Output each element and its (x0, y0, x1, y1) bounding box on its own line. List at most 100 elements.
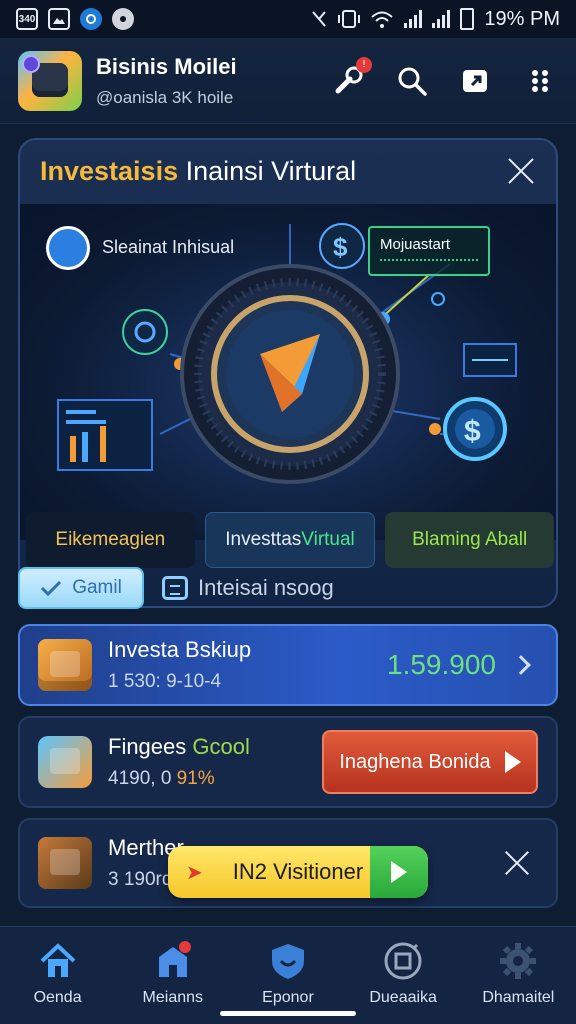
app-header: Bisinis Moilei @oanisla 3K hoile ! (0, 38, 576, 124)
visitioner-toast[interactable]: ➤ IN2 Visitioner (168, 846, 428, 898)
share-button[interactable] (458, 63, 494, 99)
tab-label-b: Virtual (301, 529, 355, 550)
tab-blaming-aball[interactable]: Blaming Aball (385, 512, 555, 568)
header-actions: ! (330, 56, 558, 99)
tab-label: Eikemeagien (55, 529, 166, 550)
search-button[interactable] (394, 63, 430, 99)
wifi-icon (371, 11, 394, 28)
list-item-value: 1.59.900 (387, 649, 496, 680)
list-item-sub: 1 530: 9-10-4 (108, 671, 222, 692)
inaghena-button[interactable]: Inaghena Bonida (322, 730, 538, 794)
list-item-sub: 4190, 0 91% (108, 768, 322, 790)
menu-button[interactable] (522, 63, 558, 99)
status-right: 19% PM (310, 8, 560, 31)
gear-icon (500, 943, 537, 979)
list-item-fingees: Fingees Gcool 4190, 0 91% Inaghena Bonid… (18, 716, 558, 808)
gamil-chip[interactable]: Gamil (18, 567, 144, 609)
bottom-nav: Oenda Meianns Eponor Dueaaika Dhamaitel (0, 926, 576, 1024)
shield-icon (271, 944, 304, 979)
title-highlight: Investaisis (40, 155, 179, 186)
chest-icon (38, 639, 92, 691)
nav-item-eponor[interactable]: Eponor (238, 941, 338, 1007)
sub-b: 91% (176, 768, 215, 789)
notification-box-icon: 340 (16, 8, 38, 30)
hero-tag-lines (380, 259, 478, 265)
share-icon (463, 69, 487, 92)
close-button[interactable] (506, 156, 536, 186)
svg-text:$: $ (464, 415, 481, 448)
crate-icon (38, 736, 92, 788)
app-title-block: Bisinis Moilei @oanisla 3K hoile (96, 54, 330, 108)
home-indicator[interactable] (220, 1011, 356, 1016)
nav-label: Oenda (33, 989, 82, 1006)
building-icon (158, 941, 191, 977)
image-notification-icon (48, 8, 70, 30)
chevron-right-icon (511, 655, 531, 675)
sub-a: 4190, 0 (108, 768, 177, 789)
feature-card: Investaisis Inainsi Virtural $ $ Sleaina… (18, 138, 558, 608)
nav-item-oenda[interactable]: Oenda (8, 941, 108, 1007)
app-notification-icon (80, 8, 102, 30)
card-icon (162, 576, 188, 600)
hero-tag: Mojuastart (368, 226, 490, 276)
list-item-title: Fingees Gcool (108, 734, 322, 760)
home-icon (40, 943, 75, 977)
nav-item-meianns[interactable]: Meianns (123, 941, 223, 1007)
tab-label: Blaming Aball (412, 529, 528, 550)
signal-2-icon (432, 10, 451, 28)
search-icon (398, 67, 427, 96)
signal-icon (404, 10, 423, 28)
svg-text:$: $ (333, 232, 348, 262)
nav-label: Eponor (262, 989, 314, 1006)
more-icon (532, 69, 548, 92)
list-item-investa[interactable]: Investa Bskiup 1 530: 9-10-4 1.59.900 (18, 624, 558, 706)
segment-row: Gamil Inteisai nsoog (18, 566, 334, 610)
link-label: Inteisai nsoog (198, 575, 334, 600)
compass-icon (384, 942, 422, 980)
list-item-title: Investa Bskiup (108, 637, 252, 662)
vibrate-icon (338, 10, 361, 28)
tab-label-a: Investtas (225, 529, 302, 550)
nfc-icon (312, 11, 327, 27)
hero-tabs: Eikemeagien Investtas Virtual Blaming Ab… (20, 512, 556, 568)
play-icon (504, 751, 521, 773)
toast-label: IN2 Visitioner (232, 859, 364, 884)
list-item-text: Investa Bskiup 1 530: 9-10-4 (108, 637, 387, 693)
button-label: Inaghena Bonida (339, 750, 491, 773)
check-icon (41, 580, 62, 597)
app-logo (18, 50, 82, 111)
nav-item-dueaaika[interactable]: Dueaaika (353, 941, 453, 1007)
list-item-text: Fingees Gcool 4190, 0 91% (108, 734, 322, 790)
title-a: Fingees (108, 734, 193, 759)
battery-icon (460, 8, 475, 30)
notification-badge: ! (356, 56, 372, 73)
status-left: 340 (16, 8, 134, 30)
settings-notification-icon (112, 8, 134, 30)
inteisai-link[interactable]: Inteisai nsoog (162, 575, 334, 601)
nav-label: Dhamaitel (482, 989, 555, 1006)
nav-label: Meianns (142, 989, 204, 1006)
app-title: Bisinis Moilei (96, 53, 237, 79)
hero-label-row: Sleainat Inhisual (46, 226, 234, 270)
box-icon (38, 837, 92, 889)
tab-investtas-virtual[interactable]: Investtas Virtual (204, 512, 376, 568)
notifications-button[interactable]: ! (330, 56, 372, 99)
monitor-icon (46, 226, 90, 270)
status-time: 19% PM (484, 7, 560, 30)
app-handle: @oanisla 3K hoile (96, 87, 234, 107)
title-rest: Inainsi Virtural (178, 155, 357, 186)
feature-card-title: Investaisis Inainsi Virtural (40, 156, 356, 187)
title-b: Gcool (192, 734, 250, 759)
chip-label: Gamil (72, 577, 122, 598)
nav-item-dhamaitel[interactable]: Dhamaitel (468, 941, 568, 1007)
status-bar: 340 19% PM (0, 0, 576, 38)
dismiss-button[interactable] (504, 850, 530, 876)
hero-illustration: $ $ Sleainat Inhisual Mojuastart (20, 204, 556, 540)
hero-label: Sleainat Inhisual (102, 236, 235, 257)
hero-tag-label: Mojuastart (380, 236, 451, 253)
arrow-icon: ➤ (186, 861, 203, 884)
tab-eikemeagien[interactable]: Eikemeagien (26, 512, 195, 568)
nav-label: Dueaaika (369, 989, 437, 1006)
toast-go-button[interactable] (370, 846, 428, 898)
feature-card-header: Investaisis Inainsi Virtural (20, 140, 556, 202)
